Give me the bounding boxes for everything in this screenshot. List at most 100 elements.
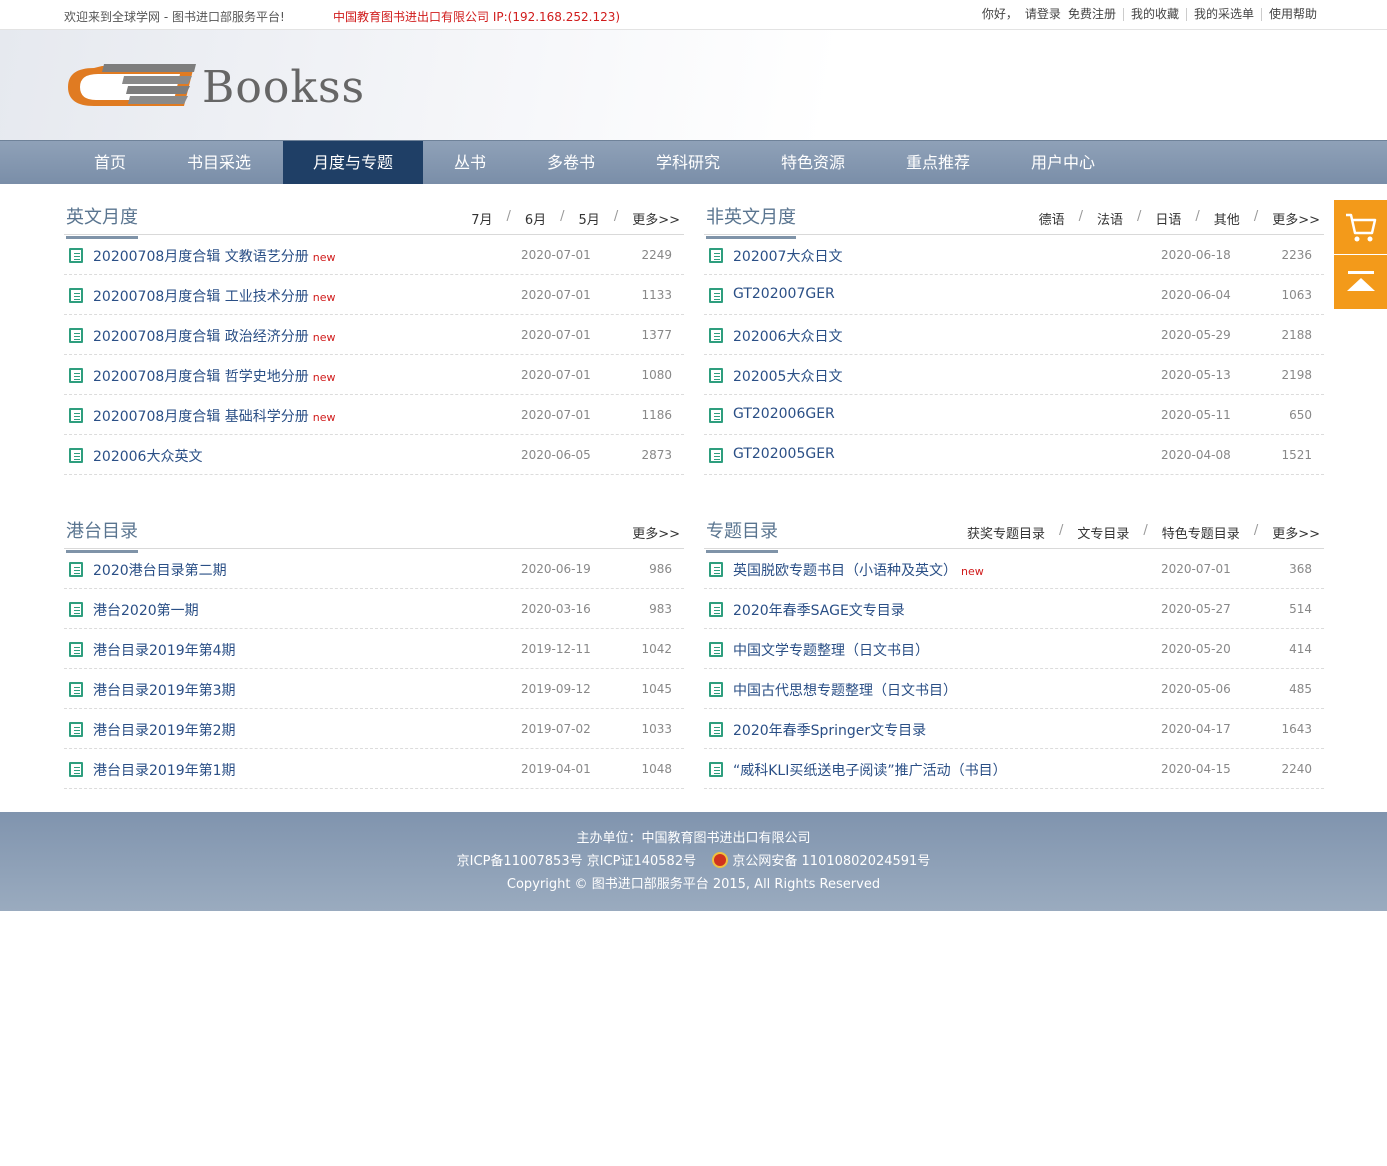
- list-item[interactable]: 202006大众日文 2020-05-29 2188: [704, 315, 1324, 355]
- list-item[interactable]: 中国文学专题整理（日文书目） 2020-05-20 414: [704, 629, 1324, 669]
- list-item-title-text[interactable]: “威科KLI买纸送电子阅读”推广活动（书目）: [733, 763, 1007, 779]
- back-to-top-button[interactable]: [1334, 255, 1387, 309]
- tab-french[interactable]: 法语: [1097, 209, 1123, 228]
- tab-featured-topics[interactable]: 特色专题目录: [1162, 523, 1240, 542]
- tab-other[interactable]: 其他: [1214, 209, 1240, 228]
- list-item-title-text[interactable]: 2020年春季Springer文专目录: [733, 723, 926, 739]
- nav-home[interactable]: 首页: [64, 141, 156, 184]
- footer-police[interactable]: 京公网安备 11010802024591号: [732, 854, 930, 869]
- list-item-title-text[interactable]: GT202005GER: [733, 446, 835, 462]
- list-item[interactable]: GT202007GER 2020-06-04 1063: [704, 275, 1324, 315]
- list-item-title[interactable]: 20200708月度合辑 基础科学分册 new: [93, 406, 335, 426]
- list-item[interactable]: 2020港台目录第二期 2020-06-19 986: [64, 549, 684, 589]
- list-item[interactable]: 202006大众英文 2020-06-05 2873: [64, 435, 684, 475]
- list-item-title[interactable]: 中国古代思想专题整理（日文书目）: [733, 680, 957, 700]
- nav-series[interactable]: 丛书: [430, 141, 510, 184]
- list-item[interactable]: 202007大众日文 2020-06-18 2236: [704, 235, 1324, 275]
- list-item-title[interactable]: 中国文学专题整理（日文书目）: [733, 640, 929, 660]
- list-item-title[interactable]: 2020港台目录第二期: [93, 560, 227, 580]
- nav-subject-research[interactable]: 学科研究: [638, 141, 738, 184]
- more-link[interactable]: 更多>>: [632, 523, 680, 542]
- panel-title[interactable]: 港台目录: [66, 517, 138, 553]
- list-item-title[interactable]: 2020年春季Springer文专目录: [733, 720, 926, 740]
- list-item-title[interactable]: 202005大众日文: [733, 366, 842, 386]
- cart-button[interactable]: [1334, 200, 1387, 254]
- list-item-title[interactable]: 20200708月度合辑 文教语艺分册 new: [93, 246, 335, 266]
- list-item-title[interactable]: “威科KLI买纸送电子阅读”推广活动（书目）: [733, 760, 1007, 780]
- list-item[interactable]: 港台目录2019年第1期 2019-04-01 1048: [64, 749, 684, 789]
- list-item-title[interactable]: 202007大众日文: [733, 246, 842, 266]
- register-link[interactable]: 免费注册: [1068, 8, 1123, 21]
- list-item-title-text[interactable]: 2020港台目录第二期: [93, 563, 227, 579]
- list-item[interactable]: 港台目录2019年第4期 2019-12-11 1042: [64, 629, 684, 669]
- footer-icp[interactable]: 京ICP备11007853号 京ICP证140582号: [457, 854, 696, 869]
- nav-multivolume[interactable]: 多卷书: [526, 141, 616, 184]
- list-item-title-text[interactable]: 20200708月度合辑 文教语艺分册: [93, 249, 309, 265]
- list-item-title-text[interactable]: 港台目录2019年第4期: [93, 643, 236, 659]
- list-item-title-text[interactable]: 20200708月度合辑 基础科学分册: [93, 409, 309, 425]
- list-item-title[interactable]: 港台目录2019年第1期: [93, 760, 236, 780]
- login-link[interactable]: 请登录: [1025, 8, 1068, 21]
- list-item[interactable]: 港台目录2019年第3期 2019-09-12 1045: [64, 669, 684, 709]
- tab-german[interactable]: 德语: [1039, 209, 1065, 228]
- list-item-title-text[interactable]: 英国脱欧专题书目（小语种及英文）: [733, 563, 957, 579]
- list-item-title-text[interactable]: GT202007GER: [733, 286, 835, 302]
- tab-award-topics[interactable]: 获奖专题目录: [967, 523, 1045, 542]
- list-item[interactable]: 202005大众日文 2020-05-13 2198: [704, 355, 1324, 395]
- list-item-title-text[interactable]: 20200708月度合辑 哲学史地分册: [93, 369, 309, 385]
- tab-japanese[interactable]: 日语: [1155, 209, 1181, 228]
- list-item-title-text[interactable]: 港台2020第一期: [93, 603, 199, 619]
- list-item[interactable]: 20200708月度合辑 文教语艺分册 new 2020-07-01 2249: [64, 235, 684, 275]
- tab-july[interactable]: 7月: [471, 209, 492, 228]
- tab-specialist-catalog[interactable]: 文专目录: [1077, 523, 1129, 542]
- list-item[interactable]: GT202005GER 2020-04-08 1521: [704, 435, 1324, 475]
- list-item-title[interactable]: 英国脱欧专题书目（小语种及英文） new: [733, 560, 984, 580]
- list-item-title[interactable]: 港台目录2019年第2期: [93, 720, 236, 740]
- list-item-title[interactable]: 港台目录2019年第4期: [93, 640, 236, 660]
- list-item-title[interactable]: 202006大众日文: [733, 326, 842, 346]
- list-item-title[interactable]: 2020年春季SAGE文专目录: [733, 600, 905, 620]
- more-link[interactable]: 更多>>: [1272, 523, 1320, 542]
- list-item-title[interactable]: GT202006GER: [733, 406, 835, 422]
- list-item-title-text[interactable]: 202006大众日文: [733, 329, 842, 345]
- list-item-title-text[interactable]: GT202006GER: [733, 406, 835, 422]
- list-item[interactable]: 中国古代思想专题整理（日文书目） 2020-05-06 485: [704, 669, 1324, 709]
- list-item-title[interactable]: GT202007GER: [733, 286, 835, 302]
- tab-june[interactable]: 6月: [525, 209, 546, 228]
- list-item-title[interactable]: 港台目录2019年第3期: [93, 680, 236, 700]
- list-item-title-text[interactable]: 2020年春季SAGE文专目录: [733, 603, 905, 619]
- list-item-title-text[interactable]: 20200708月度合辑 政治经济分册: [93, 329, 309, 345]
- list-item-title[interactable]: GT202005GER: [733, 446, 835, 462]
- list-item-title-text[interactable]: 中国古代思想专题整理（日文书目）: [733, 683, 957, 699]
- list-item-title[interactable]: 20200708月度合辑 政治经济分册 new: [93, 326, 335, 346]
- orders-link[interactable]: 我的采选单: [1185, 8, 1261, 21]
- panel-title[interactable]: 非英文月度: [706, 203, 796, 239]
- list-item-title-text[interactable]: 202007大众日文: [733, 249, 842, 265]
- list-item[interactable]: 2020年春季SAGE文专目录 2020-05-27 514: [704, 589, 1324, 629]
- more-link[interactable]: 更多>>: [1272, 209, 1320, 228]
- list-item-title-text[interactable]: 中国文学专题整理（日文书目）: [733, 643, 929, 659]
- nav-user-center[interactable]: 用户中心: [1013, 141, 1113, 184]
- list-item[interactable]: 2020年春季Springer文专目录 2020-04-17 1643: [704, 709, 1324, 749]
- list-item-title-text[interactable]: 港台目录2019年第2期: [93, 723, 236, 739]
- list-item[interactable]: 英国脱欧专题书目（小语种及英文） new 2020-07-01 368: [704, 549, 1324, 589]
- list-item-title[interactable]: 20200708月度合辑 哲学史地分册 new: [93, 366, 335, 386]
- nav-monthly-topics[interactable]: 月度与专题: [283, 141, 423, 184]
- list-item[interactable]: 港台2020第一期 2020-03-16 983: [64, 589, 684, 629]
- list-item[interactable]: 20200708月度合辑 哲学史地分册 new 2020-07-01 1080: [64, 355, 684, 395]
- list-item[interactable]: GT202006GER 2020-05-11 650: [704, 395, 1324, 435]
- nav-catalog-selection[interactable]: 书目采选: [160, 141, 278, 184]
- list-item-title[interactable]: 20200708月度合辑 工业技术分册 new: [93, 286, 335, 306]
- list-item[interactable]: “威科KLI买纸送电子阅读”推广活动（书目） 2020-04-15 2240: [704, 749, 1324, 789]
- nav-special-resources[interactable]: 特色资源: [763, 141, 863, 184]
- panel-title[interactable]: 专题目录: [706, 517, 778, 553]
- list-item-title-text[interactable]: 港台目录2019年第1期: [93, 763, 236, 779]
- list-item[interactable]: 20200708月度合辑 基础科学分册 new 2020-07-01 1186: [64, 395, 684, 435]
- list-item-title-text[interactable]: 202006大众英文: [93, 449, 202, 465]
- tab-may[interactable]: 5月: [579, 209, 600, 228]
- more-link[interactable]: 更多>>: [632, 209, 680, 228]
- list-item-title-text[interactable]: 港台目录2019年第3期: [93, 683, 236, 699]
- list-item[interactable]: 20200708月度合辑 工业技术分册 new 2020-07-01 1133: [64, 275, 684, 315]
- list-item-title[interactable]: 港台2020第一期: [93, 600, 199, 620]
- favorites-link[interactable]: 我的收藏: [1122, 8, 1186, 21]
